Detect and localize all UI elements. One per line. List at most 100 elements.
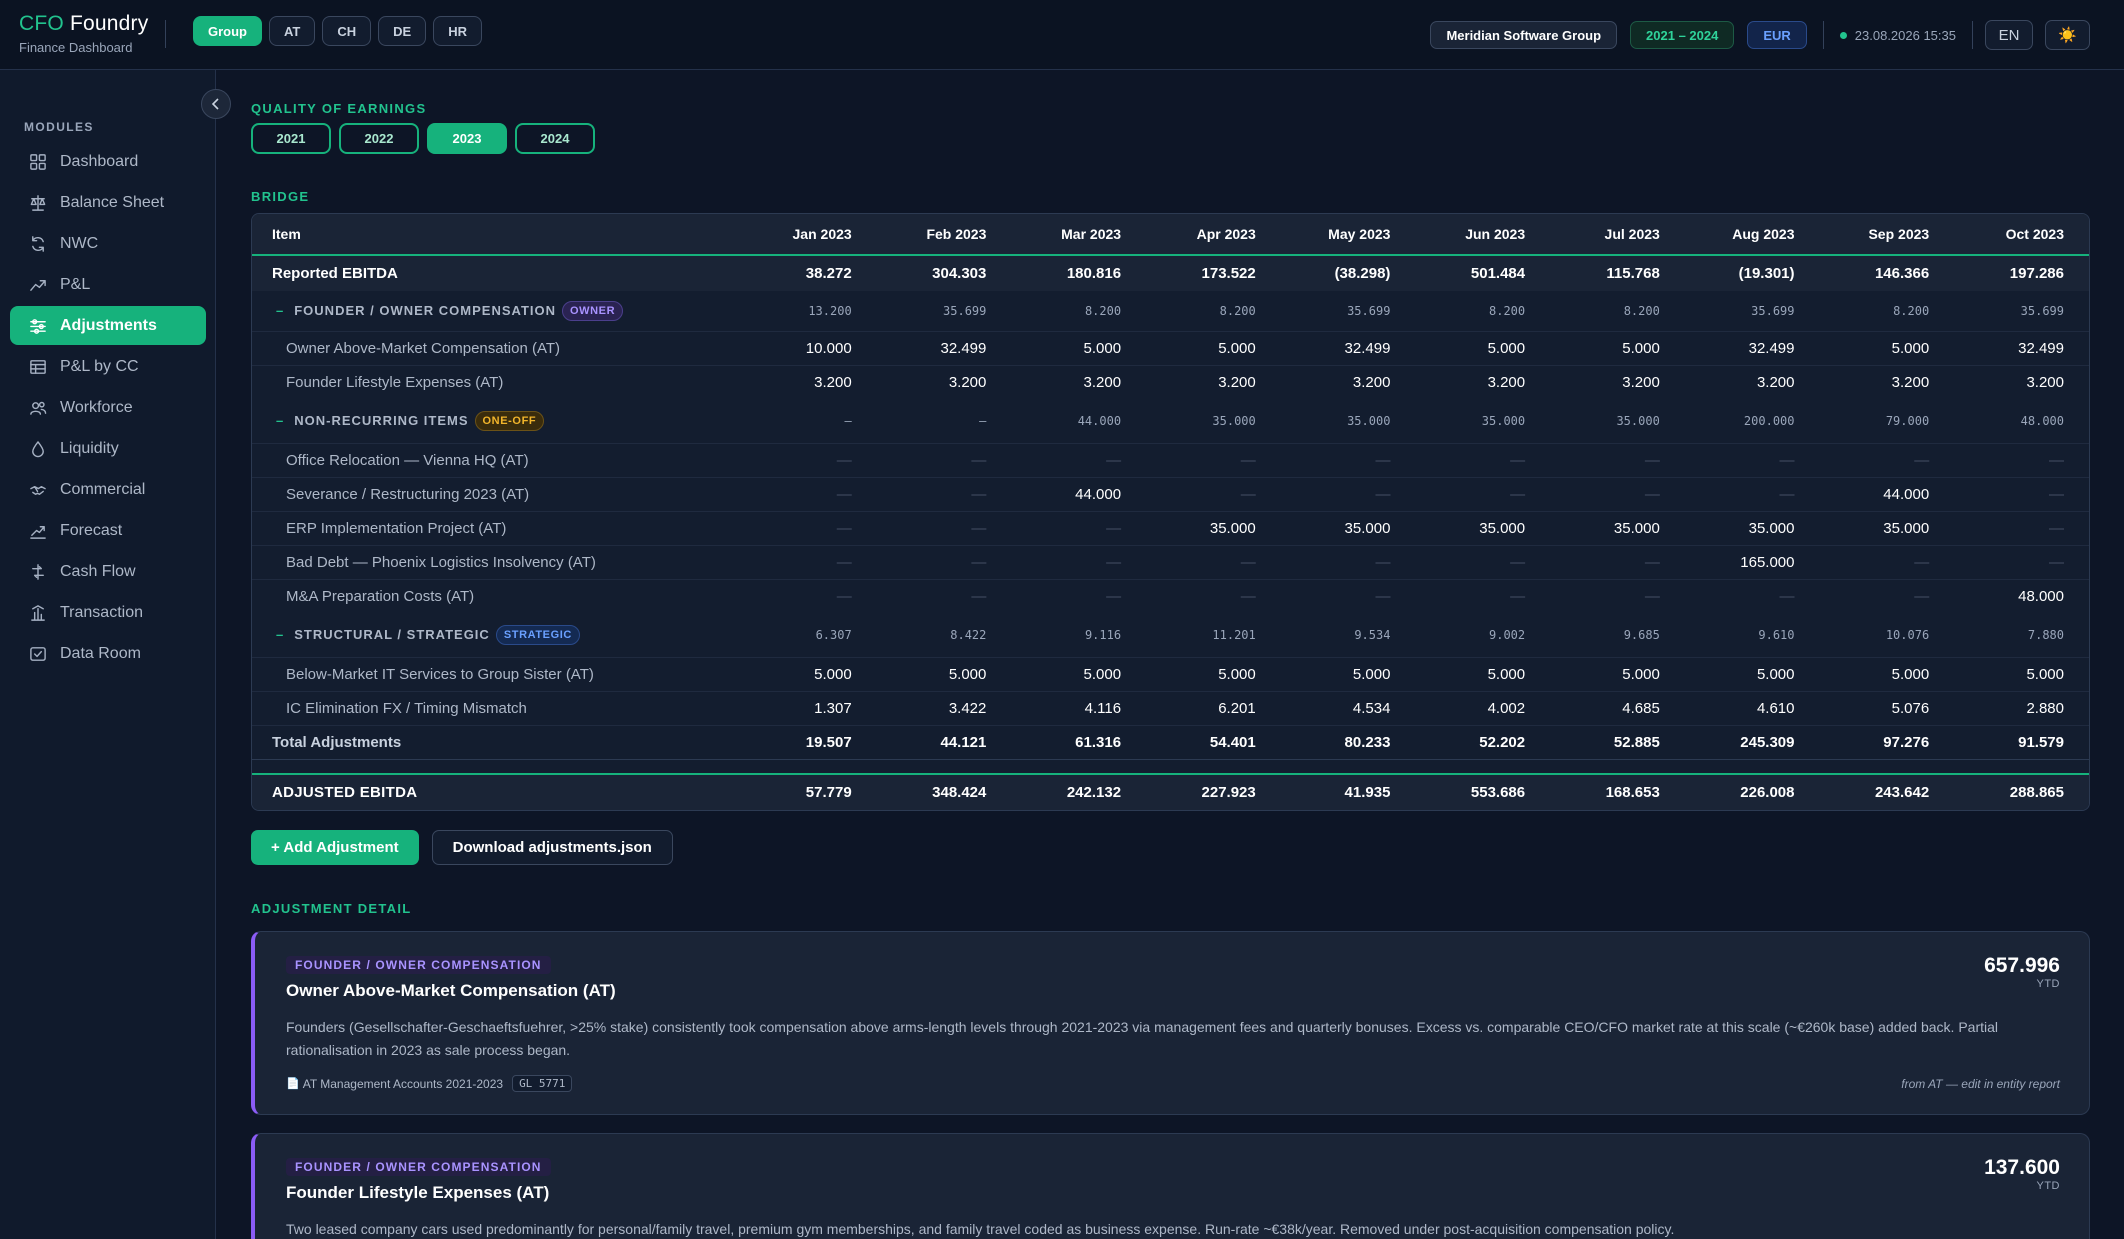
card-category-tag: FOUNDER / OWNER COMPENSATION	[286, 1158, 551, 1176]
collapse-toggle-icon[interactable]: –	[276, 413, 284, 428]
source-reference[interactable]: AT Management Accounts 2021-2023	[303, 1077, 503, 1091]
table-row[interactable]: IC Elimination FX / Timing Mismatch 1.307…	[252, 690, 2089, 725]
table-cell: 304.303	[876, 255, 1012, 291]
sidebar-collapse-button[interactable]	[201, 89, 231, 119]
table-cell: 52.885	[1550, 724, 1685, 759]
sidebar-nav: Dashboard Balance Sheet NWC P&L Adjustments P…	[10, 142, 206, 675]
table-cell: 9.116	[1084, 627, 1122, 642]
document-icon: 📄	[286, 1078, 300, 1090]
table-row[interactable]: Bad Debt — Phoenix Logistics Insolvency …	[252, 544, 2089, 579]
sidebar-item-p-l[interactable]: P&L	[10, 265, 206, 304]
sidebar-item-balance-sheet[interactable]: Balance Sheet	[10, 183, 206, 222]
sidebar-item-label: NWC	[60, 234, 99, 252]
sidebar-item-label: Adjustments	[60, 316, 157, 334]
download-json-button[interactable]: Download adjustments.json	[431, 830, 673, 865]
sidebar-item-cash-flow[interactable]: Cash Flow	[10, 552, 206, 591]
entity-tab-de[interactable]: DE	[378, 16, 427, 46]
table-cell: 1.307	[742, 690, 877, 725]
table-row[interactable]: Severance / Restructuring 2023 (AT) — —44.…	[252, 476, 2089, 511]
table-cell: 9.002	[1489, 627, 1526, 642]
sidebar-item-commercial[interactable]: Commercial	[10, 470, 206, 509]
entity-tab-at[interactable]: AT	[269, 16, 316, 46]
sidebar-item-transaction[interactable]: Transaction	[10, 593, 206, 632]
adjustment-cards: FOUNDER / OWNER COMPENSATION Owner Above-…	[251, 931, 2090, 1239]
table-cell: —	[1415, 578, 1551, 613]
card-description: Founders (Gesellschafter-Geschaeftsfuehr…	[286, 1019, 1998, 1058]
table-cell: 41.935	[1280, 774, 1416, 810]
sidebar-item-forecast[interactable]: Forecast	[10, 511, 206, 550]
sidebar-item-label: P&L	[60, 275, 91, 293]
header-divider	[1822, 21, 1824, 49]
header-divider	[1972, 21, 1973, 49]
table-cell: 9.685	[1623, 627, 1660, 642]
table-cell: (38.298)	[1280, 255, 1416, 291]
entity-tab-group[interactable]: Group	[193, 16, 262, 46]
adjustment-card[interactable]: FOUNDER / OWNER COMPENSATION Owner Above-…	[251, 931, 2090, 1115]
category-label: NON-RECURRING ITEMS	[294, 412, 469, 428]
table-cell: —	[1011, 442, 1147, 477]
table-cell: 8.422	[950, 627, 987, 642]
table-cell: 44.000	[1819, 476, 1955, 511]
table-row[interactable]: Office Relocation — Vienna HQ (AT) — — — — — —…	[252, 442, 2089, 477]
amount-value: 657.996	[1984, 954, 2060, 977]
sidebar-item-adjustments[interactable]: Adjustments	[10, 306, 206, 345]
table-cell: (19.301)	[1684, 255, 1820, 291]
table-cell: 8.200	[1893, 303, 1930, 318]
table-cell: —	[1954, 544, 2089, 579]
currency-selector[interactable]: EUR	[1747, 21, 1807, 49]
column-header-month: Mar 2023	[1011, 214, 1147, 256]
table-cell: 8.200	[1084, 303, 1122, 318]
sidebar-item-data-room[interactable]: Data Room	[10, 634, 206, 673]
table-cell: 3.200	[1146, 364, 1281, 399]
table-cell: 5.000	[1550, 330, 1685, 365]
sidebar-item-label: Workforce	[60, 398, 133, 416]
collapse-toggle-icon[interactable]: –	[276, 303, 284, 318]
collapse-toggle-icon[interactable]: –	[276, 627, 284, 642]
table-cell: 8.200	[1219, 303, 1256, 318]
entity-tab-ch[interactable]: CH	[322, 16, 372, 46]
chevron-left-icon	[211, 98, 219, 110]
table-cell: 3.200	[1550, 364, 1685, 399]
sidebar-item-nwc[interactable]: NWC	[10, 224, 206, 263]
period-selector[interactable]: 2021 – 2024	[1630, 21, 1735, 49]
column-header-month: Apr 2023	[1146, 214, 1281, 256]
table-row[interactable]: M&A Preparation Costs (AT) — — — — — — — — —48.00…	[252, 578, 2089, 613]
table-row[interactable]: Below-Market IT Services to Group Sister…	[252, 656, 2089, 691]
year-tab-2021[interactable]: 2021	[251, 123, 331, 154]
sidebar-item-label: Forecast	[60, 521, 123, 539]
sidebar-item-workforce[interactable]: Workforce	[10, 388, 206, 427]
table-cell: 35.000	[1684, 510, 1820, 545]
sidebar-item-dashboard[interactable]: Dashboard	[10, 142, 206, 181]
table-cell: 165.000	[1684, 544, 1820, 579]
year-tab-2023[interactable]: 2023	[427, 123, 507, 154]
reported-ebitda-row: Reported EBITDA 38.272 304.303 180.816 173.5…	[252, 255, 2089, 291]
table-cell: —	[1684, 476, 1820, 511]
table-cell: —	[1146, 578, 1281, 613]
company-selector[interactable]: Meridian Software Group	[1430, 21, 1618, 49]
column-header-item: Item	[252, 214, 742, 256]
theme-toggle-button[interactable]: ☀️	[2045, 20, 2090, 50]
adjustment-card[interactable]: FOUNDER / OWNER COMPENSATION Founder Life…	[251, 1133, 2090, 1239]
year-tab-2024[interactable]: 2024	[515, 123, 595, 154]
table-cell: 54.401	[1146, 724, 1281, 759]
year-tab-2022[interactable]: 2022	[339, 123, 419, 154]
table-cell: 5.000	[1415, 656, 1551, 691]
handshake-icon	[29, 481, 47, 499]
droplet-icon	[29, 440, 47, 458]
add-adjustment-button[interactable]: + Add Adjustment	[251, 830, 419, 865]
table-row[interactable]: Owner Above-Market Compensation (AT) 10.0…	[252, 330, 2089, 365]
row-label: Reported EBITDA	[252, 255, 742, 291]
language-button[interactable]: EN	[1985, 20, 2033, 50]
table-cell: —	[844, 413, 852, 428]
table-cell: —	[1011, 510, 1147, 545]
table-cell: 35.000	[1550, 510, 1685, 545]
sidebar-item-liquidity[interactable]: Liquidity	[10, 429, 206, 468]
table-cell: 3.200	[742, 364, 877, 399]
table-cell: —	[1819, 578, 1955, 613]
table-row[interactable]: ERP Implementation Project (AT) — — —35.000…	[252, 510, 2089, 545]
table-cell: —	[1415, 544, 1551, 579]
table-cell: 35.699	[1751, 303, 1795, 318]
table-row[interactable]: Founder Lifestyle Expenses (AT) 3.200 3.20…	[252, 364, 2089, 399]
entity-tab-hr[interactable]: HR	[433, 16, 482, 46]
sidebar-item-p-l-by-cc[interactable]: P&L by CC	[10, 347, 206, 386]
